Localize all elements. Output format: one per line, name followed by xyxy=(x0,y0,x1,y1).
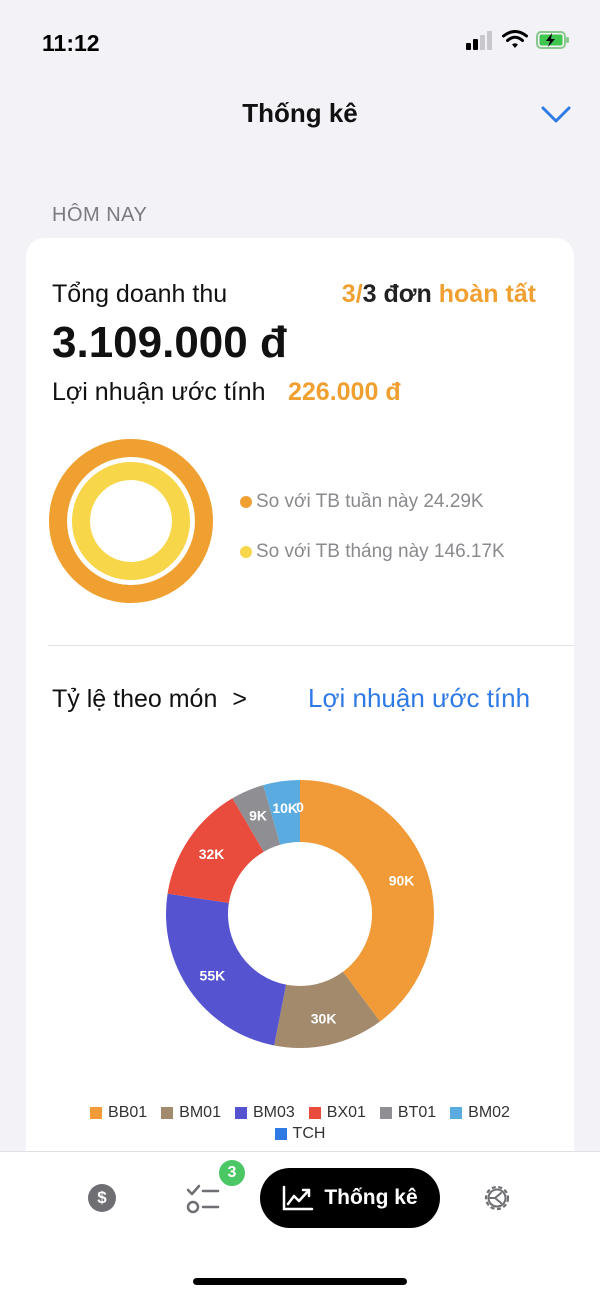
orders-slash: / xyxy=(355,280,363,308)
donut-chart: 90K 30K 55K 32K 9K 10K0 xyxy=(166,780,434,1048)
slice-label-bt01: 9K xyxy=(249,808,267,824)
chart-legend: BB01 BM01 BM03 BX01 BT01 BM02 TCH xyxy=(26,1104,574,1143)
section-today-label: HÔM NAY xyxy=(52,204,148,226)
comparison-rings xyxy=(49,439,213,603)
ratio-title: Tỷ lệ theo món xyxy=(52,685,218,713)
profit-value: 226.000 đ xyxy=(288,378,401,406)
legend-swatch xyxy=(308,1107,321,1119)
page-title: Thống kê xyxy=(242,98,358,128)
legend-label: TCH xyxy=(292,1125,326,1142)
legend-label: BM01 xyxy=(179,1104,221,1121)
legend-label: BT01 xyxy=(397,1104,437,1121)
slice-label-bm02: 10K xyxy=(272,800,298,816)
legend-swatch xyxy=(274,1128,287,1140)
legend-item-bm03[interactable]: BM03 xyxy=(234,1104,295,1122)
week-label: So với TB tuần này 24.29K xyxy=(256,491,484,512)
legend-label: BM02 xyxy=(468,1104,510,1121)
tab-statistics[interactable]: Thống kê xyxy=(260,1168,440,1228)
legend-label: BX01 xyxy=(326,1104,366,1121)
status-bar: 11:12 xyxy=(0,0,600,88)
legend-item-tch[interactable]: TCH xyxy=(274,1125,326,1143)
signal-icon xyxy=(466,31,492,50)
donut-hole xyxy=(235,849,365,979)
nav-bar: Thống kê xyxy=(0,88,600,148)
legend-week: So với TB tuần này 24.29K xyxy=(240,490,505,514)
revenue-value: 3.109.000 đ xyxy=(52,318,287,367)
month-dot xyxy=(240,546,252,558)
legend-swatch xyxy=(90,1107,103,1119)
week-dot xyxy=(240,496,252,508)
tab-sales[interactable]: $ xyxy=(88,1184,116,1212)
status-icons xyxy=(466,30,570,50)
slice-label-bm01: 30K xyxy=(311,1010,337,1026)
ratio-by-item-button[interactable]: Tỷ lệ theo món > xyxy=(52,685,247,714)
month-label: So với TB tháng này 146.17K xyxy=(256,541,505,562)
profit-label: Lợi nhuận ước tính xyxy=(52,378,266,406)
legend-label: BM03 xyxy=(252,1104,295,1121)
wifi-icon xyxy=(502,30,528,48)
orders-done: 3 xyxy=(341,280,356,308)
metric-toggle-link[interactable]: Lợi nhuận ước tính xyxy=(308,683,530,714)
divider xyxy=(48,645,574,646)
legend-month: So với TB tháng này 146.17K xyxy=(240,540,505,564)
stats-card: Tổng doanh thu 3/3 đơn hoàn tất 3.109.00… xyxy=(26,238,574,1178)
chevron-down-icon[interactable] xyxy=(540,102,572,126)
comparison-legend: So với TB tuần này 24.29K So với TB thán… xyxy=(240,490,505,590)
ratio-arrow: > xyxy=(232,685,247,713)
slice-label-bx01: 32K xyxy=(199,846,225,862)
revenue-label: Tổng doanh thu xyxy=(52,280,228,308)
legend-item-bm02[interactable]: BM02 xyxy=(450,1104,510,1122)
checklist-icon[interactable] xyxy=(186,1183,220,1215)
month-ring xyxy=(72,462,190,580)
legend-item-bx01[interactable]: BX01 xyxy=(308,1104,366,1122)
orders-badge: 3 xyxy=(217,1158,247,1188)
legend-swatch xyxy=(234,1107,247,1119)
orders-total: 3 xyxy=(362,280,377,308)
legend-swatch xyxy=(450,1107,463,1119)
slice-label-tch: 0 xyxy=(296,799,304,815)
orders-status-word: hoàn tất xyxy=(438,280,536,308)
legend-label: BB01 xyxy=(108,1104,148,1121)
slice-label-bb01: 90K xyxy=(389,872,415,888)
legend-item-bt01[interactable]: BT01 xyxy=(379,1104,437,1122)
slice-label-bm03: 55K xyxy=(200,967,226,983)
legend-item-bb01[interactable]: BB01 xyxy=(90,1104,147,1122)
orders-word: đơn xyxy=(376,280,439,308)
orders-status: 3/3 đơn hoàn tất xyxy=(342,280,536,309)
tab-statistics-label: Thống kê xyxy=(324,1186,418,1209)
battery-charging-icon xyxy=(536,31,569,49)
settings-icon[interactable] xyxy=(481,1182,513,1214)
legend-swatch xyxy=(161,1107,174,1119)
trend-chart-icon xyxy=(283,1185,314,1211)
legend-item-bm01[interactable]: BM01 xyxy=(161,1104,221,1122)
status-time: 11:12 xyxy=(42,30,100,56)
tab-bar: $ 3 Thống kê xyxy=(0,1151,600,1300)
legend-swatch xyxy=(379,1107,392,1119)
home-indicator xyxy=(193,1278,407,1285)
dollar-icon: $ xyxy=(97,1188,107,1207)
